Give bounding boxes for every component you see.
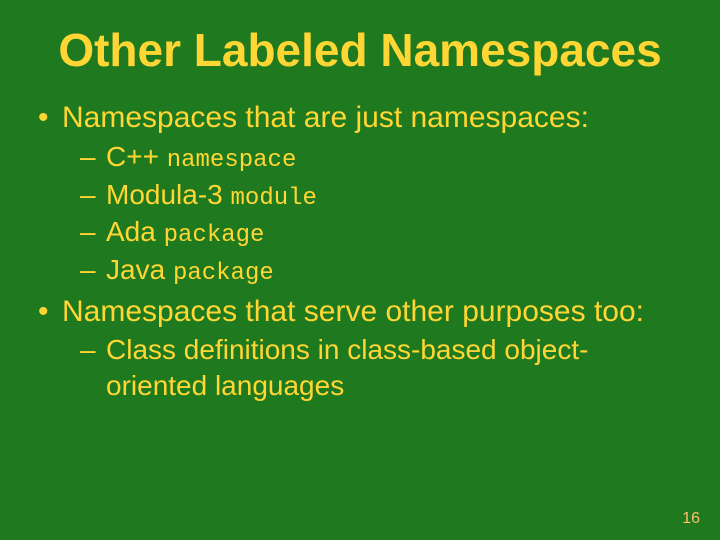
bullet-2-text: Namespaces that serve other purposes too… [62, 295, 644, 328]
bullet-2-sublist: Class definitions in class-based object-… [62, 332, 686, 404]
slide-title: Other Labeled Namespaces [30, 26, 690, 74]
sub-modula3-keyword: module [231, 185, 317, 212]
page-number: 16 [682, 510, 700, 528]
bullet-1-text: Namespaces that are just namespaces: [62, 101, 589, 134]
sub-cpp-lang: C++ [106, 141, 159, 172]
sub-classdef-text: Class definitions in class-based object-… [106, 334, 588, 401]
slide: Other Labeled Namespaces Namespaces that… [0, 0, 720, 540]
sub-modula3-lang: Modula-3 [106, 179, 223, 210]
sub-ada-keyword: package [164, 222, 265, 249]
sub-ada: Ada package [80, 214, 686, 252]
bullet-list: Namespaces that are just namespaces: C++… [30, 100, 690, 404]
sub-cpp-keyword: namespace [167, 147, 297, 174]
sub-cpp: C++ namespace [80, 139, 686, 177]
bullet-1-sublist: C++ namespace Modula-3 module Ada packag… [62, 139, 686, 290]
sub-ada-lang: Ada [106, 216, 156, 247]
bullet-2: Namespaces that serve other purposes too… [34, 294, 686, 404]
sub-java: Java package [80, 252, 686, 290]
bullet-1: Namespaces that are just namespaces: C++… [34, 100, 686, 289]
sub-java-lang: Java [106, 254, 165, 285]
sub-classdef: Class definitions in class-based object-… [80, 332, 686, 404]
sub-modula3: Modula-3 module [80, 177, 686, 215]
sub-java-keyword: package [173, 260, 274, 287]
